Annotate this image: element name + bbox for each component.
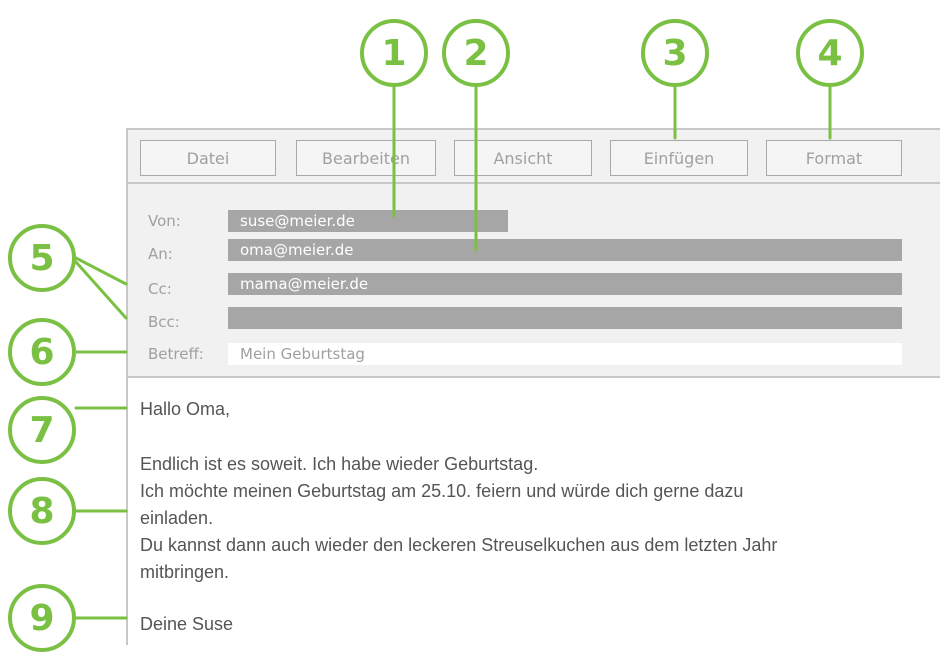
body-line: Ich möchte meinen Geburtstag am 25.10. f… (140, 481, 744, 501)
callout-5: 5 (8, 224, 76, 292)
callout-2: 2 (442, 19, 510, 87)
from-label: Von: (148, 212, 181, 230)
callout-8: 8 (8, 477, 76, 545)
body-signature: Deine Suse (140, 614, 234, 634)
menu-format[interactable]: Format (766, 140, 902, 176)
from-field[interactable]: suse@meier.de (228, 210, 508, 232)
callout-6: 6 (8, 318, 76, 386)
callout-7: 7 (8, 396, 76, 464)
email-window: Datei Bearbeiten Ansicht Einfügen Format… (126, 128, 940, 645)
connector-line (74, 256, 128, 286)
connector-line (74, 260, 128, 320)
body-line: einladen. (140, 508, 214, 528)
subject-field[interactable]: Mein Geburtstag (228, 343, 902, 365)
callout-3: 3 (641, 19, 709, 87)
subject-label: Betreff: (148, 345, 204, 363)
message-header: Von: suse@meier.de An: oma@meier.de Cc: … (128, 184, 940, 378)
cc-field[interactable]: mama@meier.de (228, 273, 902, 295)
menu-edit[interactable]: Bearbeiten (296, 140, 436, 176)
cc-label: Cc: (148, 280, 172, 298)
bcc-label: Bcc: (148, 313, 180, 331)
body-greeting: Hallo Oma, (140, 399, 231, 419)
menu-view[interactable]: Ansicht (454, 140, 592, 176)
to-label: An: (148, 245, 173, 263)
body-line: mitbringen. (140, 562, 230, 582)
menu-bar: Datei Bearbeiten Ansicht Einfügen Format (128, 128, 940, 184)
to-field[interactable]: oma@meier.de (228, 239, 902, 261)
body-line: Endlich ist es soweit. Ich habe wieder G… (140, 454, 539, 474)
body-line: Du kannst dann auch wieder den leckeren … (140, 535, 778, 555)
bcc-field[interactable] (228, 307, 902, 329)
callout-4: 4 (796, 19, 864, 87)
callout-1: 1 (360, 19, 428, 87)
annotated-email-diagram: Datei Bearbeiten Ansicht Einfügen Format… (0, 0, 940, 652)
menu-file[interactable]: Datei (140, 140, 276, 176)
menu-insert[interactable]: Einfügen (610, 140, 748, 176)
callout-9: 9 (8, 584, 76, 652)
